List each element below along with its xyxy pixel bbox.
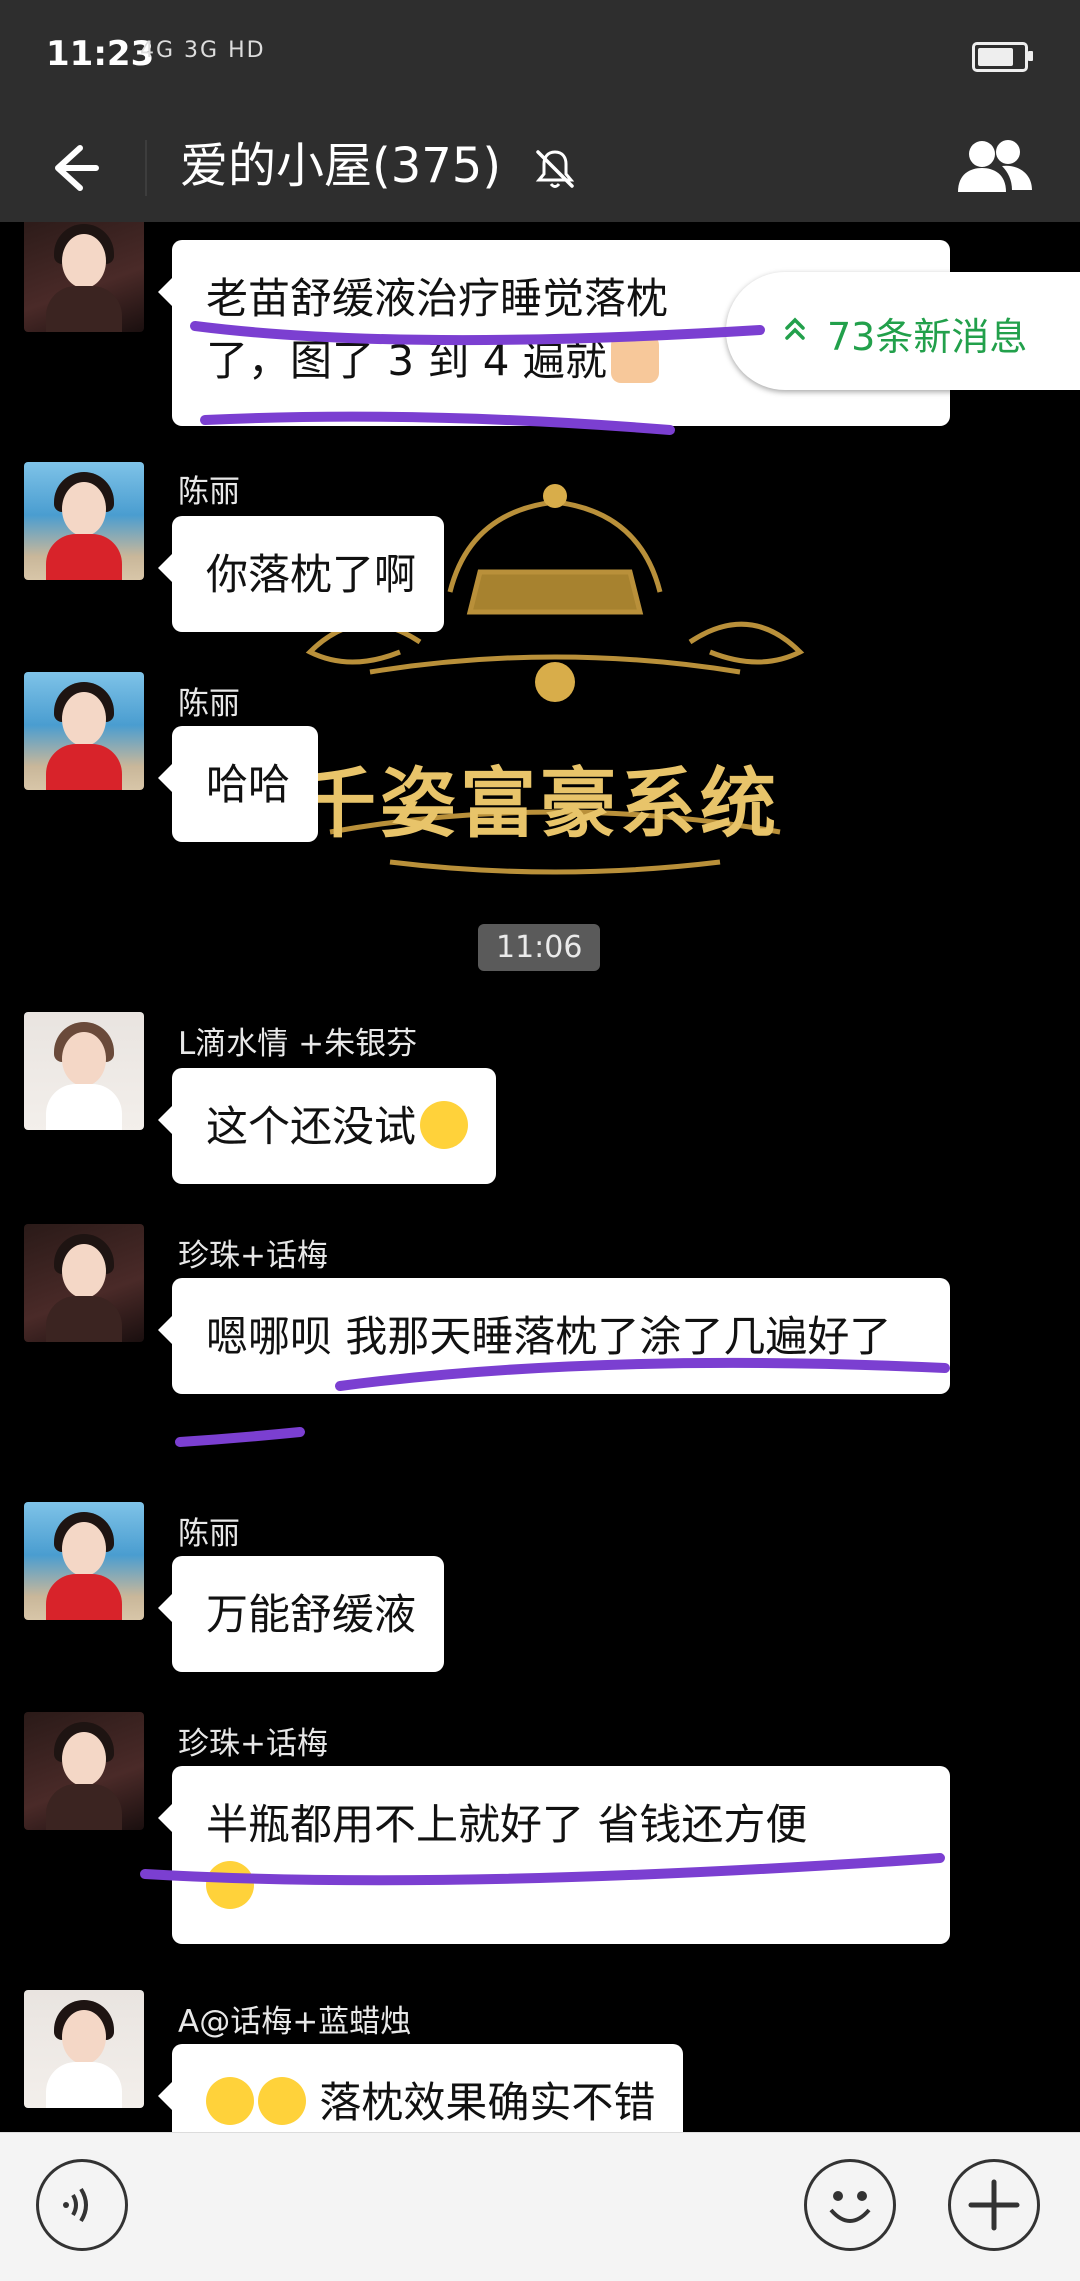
watermark-text: 千姿富豪系统 [300,759,780,848]
chat-area[interactable]: 千姿富豪系统 老苗舒缓液治疗睡觉落枕了，图了 3 到 4 遍就 陈丽 你落枕了啊… [0,222,1080,2132]
sender-name: 珍珠+话梅 [178,1238,328,1274]
avatar[interactable] [24,462,144,580]
avatar[interactable] [24,1712,144,1830]
message-bubble[interactable]: 半瓶都用不上就好了 省钱还方便 [158,1766,950,1944]
sender-name: 陈丽 [178,474,240,510]
header-divider [145,140,147,196]
avatar[interactable] [24,1990,144,2108]
grinning-face-icon [258,2077,306,2125]
mute-bell-icon [532,146,578,192]
message-bubble[interactable]: 落枕效果确实不错 [157,2044,684,2132]
avatar[interactable] [24,1012,144,1130]
sender-name: 珍珠+话梅 [178,1726,328,1762]
message-bubble[interactable]: 万能舒缓液 [157,1556,445,1672]
message-text: 老苗舒缓液治疗睡觉落枕了，图了 3 到 4 遍就 [206,274,669,385]
status-time: 11:23 [46,34,155,74]
chat-title: 爱的小屋(375) [180,138,502,194]
message-text: 你落枕了啊 [206,550,417,599]
new-messages-label: 73条新消息 [827,315,1028,359]
chat-header: 爱的小屋(375) [0,112,1080,223]
message-text: 嗯哪呗 我那天睡落枕了涂了几遍好了 [206,1312,892,1361]
message-bubble[interactable]: 你落枕了啊 [157,516,445,632]
voice-input-icon[interactable] [36,2159,128,2251]
avatar[interactable] [24,672,144,790]
timestamp: 11:06 [478,924,601,971]
status-bar: 11:23 4G 3G HD [0,0,1080,112]
message-text: 半瓶都用不上就好了 省钱还方便 [206,1800,808,1849]
sender-name: 陈丽 [178,686,240,722]
smiling-face-icon [206,1861,254,1909]
group-members-icon[interactable] [952,134,1038,200]
avatar[interactable] [24,222,144,332]
sender-name: 陈丽 [178,1516,240,1552]
emoji-picker-icon[interactable] [804,2159,896,2251]
grinning-face-icon [206,2077,254,2125]
flushed-face-icon [420,1101,469,1149]
sender-name: A@话梅+蓝蜡烛 [178,2004,412,2040]
message-bubble[interactable]: 嗯哪呗 我那天睡落枕了涂了几遍好了 [158,1278,950,1394]
sender-name: L滴水情 +朱银芬 [178,1026,418,1062]
message-bubble[interactable]: 哈哈 [157,726,319,842]
ok-hand-icon [610,335,659,383]
signal-icons: 4G 3G HD [140,38,266,63]
message-text: 万能舒缓液 [206,1590,417,1639]
avatar[interactable] [24,1502,144,1620]
input-bar [0,2132,1080,2281]
double-chevron-up-icon [780,314,810,344]
avatar[interactable] [24,1224,144,1342]
message-text: 哈哈 [206,760,291,809]
message-text: 这个还没试 [206,1102,417,1151]
message-bubble[interactable]: 这个还没试 [157,1068,497,1184]
plus-icon[interactable] [948,2159,1040,2251]
battery-icon [972,42,1033,72]
new-messages-button[interactable]: 73条新消息 [726,272,1080,390]
back-arrow-icon[interactable] [40,136,104,200]
message-text: 落枕效果确实不错 [319,2078,656,2127]
